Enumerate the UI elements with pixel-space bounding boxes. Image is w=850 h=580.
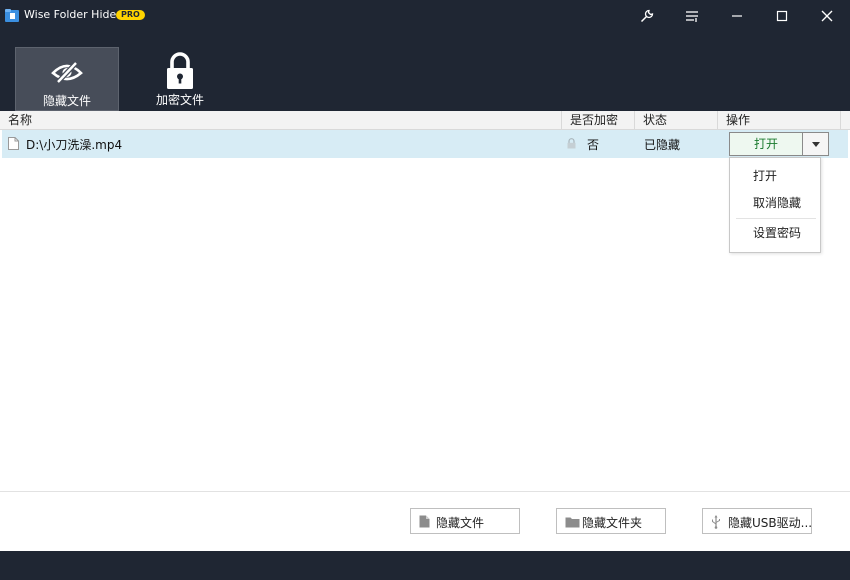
toolbar-hide-file[interactable]: 隐藏文件	[15, 47, 119, 111]
maximize-icon	[776, 10, 787, 22]
hide-folder-label: 隐藏文件夹	[582, 516, 643, 530]
hide-folder-button[interactable]: 隐藏文件夹	[556, 508, 666, 534]
file-icon	[419, 515, 430, 528]
minimize-icon	[731, 15, 742, 17]
menu-item-set-password[interactable]: 设置密码	[730, 221, 820, 245]
tools-icon	[640, 9, 653, 23]
status-bar	[0, 551, 850, 580]
title-bar: Wise Folder Hider PRO	[0, 0, 850, 32]
maximize-button[interactable]	[759, 0, 804, 32]
hide-usb-button[interactable]: 隐藏USB驱动...	[702, 508, 812, 534]
column-header-status[interactable]: 状态	[635, 111, 718, 130]
row-encrypted: 否	[587, 138, 600, 152]
padlock-icon	[167, 52, 193, 89]
pro-badge: PRO	[116, 10, 145, 20]
app-title: Wise Folder Hider	[24, 8, 121, 21]
tools-button[interactable]	[624, 0, 669, 32]
action-dropdown-menu: 打开 取消隐藏 设置密码	[729, 157, 821, 253]
menu-separator	[736, 218, 816, 219]
row-status: 已隐藏	[644, 138, 681, 152]
minimize-button[interactable]	[714, 0, 759, 32]
action-dropdown-button[interactable]	[803, 132, 829, 156]
chevron-down-icon	[811, 141, 820, 147]
toolbar-hide-file-label: 隐藏文件	[42, 94, 91, 108]
lock-icon	[567, 138, 576, 149]
table-row[interactable]: D:\小刀洗澡.mp4 否 已隐藏	[2, 130, 848, 158]
app-logo-icon	[5, 9, 19, 22]
hide-file-label: 隐藏文件	[436, 516, 485, 530]
main-toolbar: 隐藏文件 加密文件	[0, 32, 850, 111]
row-file-name: D:\小刀洗澡.mp4	[26, 138, 123, 152]
usb-icon	[712, 515, 720, 529]
column-header-name[interactable]: 名称	[0, 111, 562, 130]
hide-file-button[interactable]: 隐藏文件	[410, 508, 520, 534]
folder-icon	[565, 517, 580, 528]
menu-icon	[685, 11, 698, 22]
menu-item-unhide[interactable]: 取消隐藏	[730, 191, 820, 215]
open-button[interactable]: 打开	[729, 132, 803, 156]
table-header: 名称 是否加密 状态 操作	[0, 111, 850, 130]
column-header-action[interactable]: 操作	[718, 111, 841, 130]
document-icon	[8, 137, 19, 150]
close-button[interactable]	[804, 0, 849, 32]
toolbar-encrypt-file-label: 加密文件	[155, 93, 204, 107]
row-action-group: 打开	[729, 132, 829, 156]
menu-item-open[interactable]: 打开	[730, 164, 820, 188]
close-icon	[821, 10, 832, 22]
column-header-encrypted[interactable]: 是否加密	[562, 111, 635, 130]
hide-usb-label: 隐藏USB驱动...	[728, 516, 813, 530]
menu-button[interactable]	[669, 0, 714, 32]
bottom-divider	[0, 491, 850, 492]
toolbar-encrypt-file[interactable]: 加密文件	[128, 47, 232, 111]
eye-slash-icon	[51, 61, 83, 84]
